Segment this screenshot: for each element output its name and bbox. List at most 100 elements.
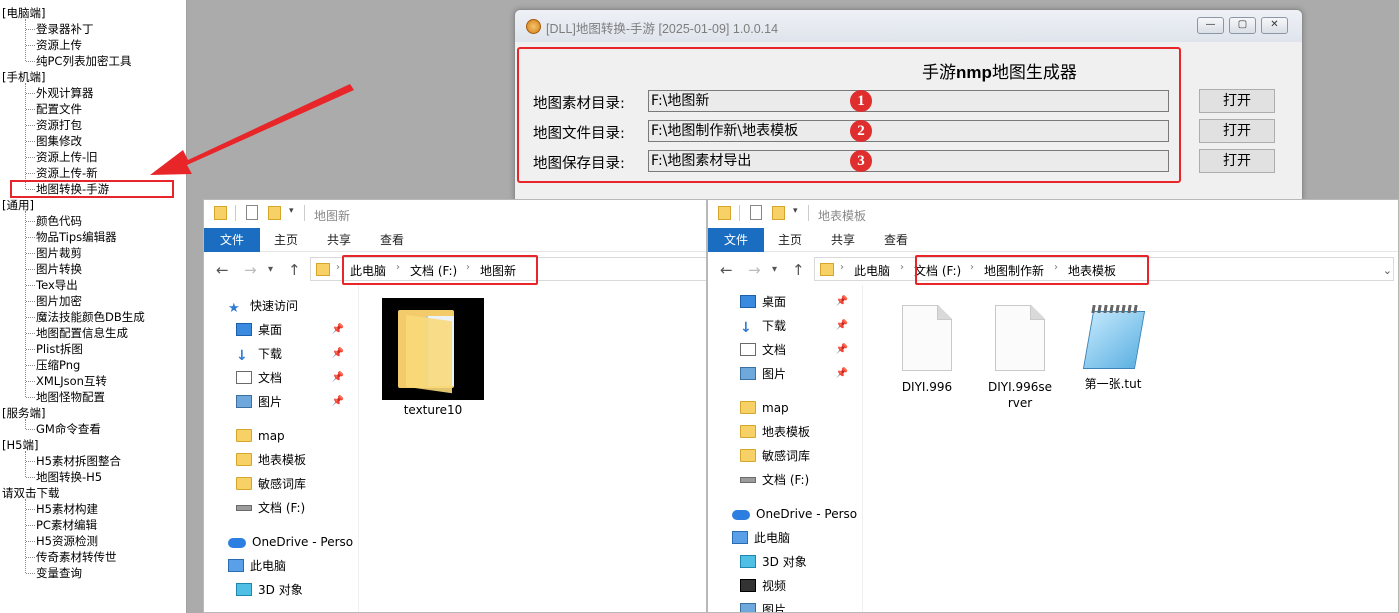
customize-dropdown-icon[interactable]: ▾ bbox=[289, 206, 294, 216]
open-button[interactable]: 打开 bbox=[1199, 89, 1275, 113]
tree-group[interactable]: [通用] bbox=[2, 197, 34, 213]
nav-item[interactable]: 文档 bbox=[236, 367, 282, 389]
tree-item[interactable]: 地图配置信息生成 bbox=[36, 325, 128, 341]
tree-item[interactable]: 登录器补丁 bbox=[36, 21, 94, 37]
tree-item[interactable]: GM命令查看 bbox=[36, 421, 101, 437]
address-dropdown-icon[interactable]: ⌄ bbox=[1383, 264, 1392, 277]
nav-item[interactable]: 文档 bbox=[740, 339, 786, 361]
tree-item[interactable]: 地图转换-H5 bbox=[36, 469, 102, 485]
tree-item[interactable]: 物品Tips编辑器 bbox=[36, 229, 117, 245]
open-button[interactable]: 打开 bbox=[1199, 149, 1275, 173]
tree-item[interactable]: 魔法技能颜色DB生成 bbox=[36, 309, 145, 325]
up-arrow-icon[interactable]: ↑ bbox=[288, 261, 301, 279]
ribbon-tab[interactable]: 共享 bbox=[831, 228, 855, 252]
up-arrow-icon[interactable]: ↑ bbox=[792, 261, 805, 279]
new-folder-icon[interactable] bbox=[268, 206, 281, 220]
tree-group[interactable]: [手机端] bbox=[2, 69, 45, 85]
breadcrumb-item[interactable]: 此电脑 bbox=[854, 262, 890, 279]
tree-item[interactable]: H5资源检测 bbox=[36, 533, 98, 549]
tree-item[interactable]: 资源上传-旧 bbox=[36, 149, 98, 165]
properties-icon[interactable] bbox=[246, 205, 258, 220]
nav-item[interactable]: 文档 (F:) bbox=[740, 469, 809, 491]
tree-group[interactable]: 请双击下载 bbox=[2, 485, 60, 501]
path-field[interactable]: F:\地图素材导出 bbox=[648, 150, 1169, 172]
tree-item[interactable]: 图片转换 bbox=[36, 261, 82, 277]
nav-item[interactable]: 视频 bbox=[740, 575, 786, 597]
tree-item[interactable]: 资源打包 bbox=[36, 117, 82, 133]
file-item[interactable]: texture10 bbox=[380, 298, 486, 418]
close-button[interactable]: ✕ bbox=[1261, 17, 1288, 34]
tab-file[interactable]: 文件 bbox=[204, 228, 260, 252]
recent-dropdown-icon[interactable]: ▾ bbox=[268, 264, 273, 275]
nav-item[interactable]: 敏感词库 bbox=[740, 445, 810, 467]
forward-arrow-icon[interactable]: → bbox=[748, 261, 761, 279]
path-field[interactable]: F:\地图制作新\地表模板 bbox=[648, 120, 1169, 142]
tree-item[interactable]: 配置文件 bbox=[36, 101, 82, 117]
nav-item[interactable]: 桌面 bbox=[740, 291, 786, 313]
tree-item[interactable]: PC素材编辑 bbox=[36, 517, 97, 533]
file-item[interactable]: DIYI.996server bbox=[974, 305, 1066, 411]
nav-item[interactable]: ★ 快速访问 bbox=[228, 295, 298, 317]
title-bar[interactable]: [DLL]地图转换-手游 [2025-01-09] 1.0.0.14 — ▢ ✕ bbox=[515, 10, 1302, 42]
nav-item-label: 桌面 bbox=[258, 323, 283, 337]
file-item[interactable]: DIYI.996 bbox=[881, 305, 973, 395]
new-folder-icon[interactable] bbox=[772, 206, 785, 220]
back-arrow-icon[interactable]: ← bbox=[216, 261, 229, 279]
tree-item[interactable]: H5素材构建 bbox=[36, 501, 98, 517]
ribbon-tab[interactable]: 查看 bbox=[884, 228, 908, 252]
tree-item[interactable]: H5素材拆图整合 bbox=[36, 453, 121, 469]
tree-item[interactable]: 纯PC列表加密工具 bbox=[36, 53, 131, 69]
ribbon-tab[interactable]: 主页 bbox=[274, 228, 298, 252]
tree-item[interactable]: 外观计算器 bbox=[36, 85, 94, 101]
nav-item[interactable]: 敏感词库 bbox=[236, 473, 306, 495]
nav-item[interactable]: 桌面 bbox=[236, 319, 282, 341]
nav-item[interactable]: 3D 对象 bbox=[740, 551, 807, 573]
tree-group[interactable]: [服务端] bbox=[2, 405, 45, 421]
tree-item[interactable]: XMLJson互转 bbox=[36, 373, 107, 389]
nav-item[interactable]: 地表模板 bbox=[236, 449, 306, 471]
tree-item[interactable]: 压缩Png bbox=[36, 357, 80, 373]
forward-arrow-icon[interactable]: → bbox=[244, 261, 257, 279]
path-field[interactable]: F:\地图新 bbox=[648, 90, 1169, 112]
nav-item[interactable]: 地表模板 bbox=[740, 421, 810, 443]
tree-item[interactable]: 传奇素材转传世 bbox=[36, 549, 117, 565]
tree-group[interactable]: [H5端] bbox=[2, 437, 38, 453]
nav-item[interactable]: 3D 对象 bbox=[236, 579, 303, 601]
tree-item[interactable]: 资源上传 bbox=[36, 37, 82, 53]
tree-item[interactable]: Plist拆图 bbox=[36, 341, 83, 357]
nav-item[interactable]: 文档 (F:) bbox=[236, 497, 305, 519]
nav-item[interactable]: map bbox=[236, 425, 285, 447]
ribbon-tab[interactable]: 共享 bbox=[327, 228, 351, 252]
ribbon-tab[interactable]: 查看 bbox=[380, 228, 404, 252]
maximize-button[interactable]: ▢ bbox=[1229, 17, 1256, 34]
tree-item[interactable]: 变量查询 bbox=[36, 565, 82, 581]
tree-item[interactable]: 地图怪物配置 bbox=[36, 389, 105, 405]
tree-item[interactable]: 颜色代码 bbox=[36, 213, 82, 229]
tree-item[interactable]: 图片加密 bbox=[36, 293, 82, 309]
nav-item[interactable]: OneDrive - Perso bbox=[732, 503, 857, 525]
tab-file[interactable]: 文件 bbox=[708, 228, 764, 252]
open-button[interactable]: 打开 bbox=[1199, 119, 1275, 143]
tree-item[interactable]: 图片裁剪 bbox=[36, 245, 82, 261]
tree-item[interactable]: Tex导出 bbox=[36, 277, 78, 293]
tree-item[interactable]: 资源上传-新 bbox=[36, 165, 98, 181]
nav-item-label: OneDrive - Perso bbox=[252, 535, 354, 549]
recent-dropdown-icon[interactable]: ▾ bbox=[772, 264, 777, 275]
back-arrow-icon[interactable]: ← bbox=[720, 261, 733, 279]
minimize-button[interactable]: — bbox=[1197, 17, 1224, 34]
nav-item[interactable]: 此电脑 bbox=[228, 555, 286, 577]
nav-item[interactable]: map bbox=[740, 397, 789, 419]
ribbon-tab[interactable]: 主页 bbox=[778, 228, 802, 252]
nav-item[interactable]: 此电脑 bbox=[732, 527, 790, 549]
tree-group[interactable]: [电脑端] bbox=[2, 5, 45, 21]
nav-item[interactable]: 图片 bbox=[740, 363, 786, 385]
file-item[interactable]: 第一张.tut bbox=[1067, 303, 1159, 392]
nav-item[interactable]: ↓ 下载 bbox=[740, 315, 786, 337]
nav-item[interactable]: 图片 bbox=[740, 599, 786, 612]
properties-icon[interactable] bbox=[750, 205, 762, 220]
nav-item[interactable]: OneDrive - Perso bbox=[228, 531, 353, 553]
nav-item[interactable]: ↓ 下载 bbox=[236, 343, 282, 365]
nav-item[interactable]: 图片 bbox=[236, 391, 282, 413]
tree-item[interactable]: 图集修改 bbox=[36, 133, 82, 149]
customize-dropdown-icon[interactable]: ▾ bbox=[793, 206, 798, 216]
